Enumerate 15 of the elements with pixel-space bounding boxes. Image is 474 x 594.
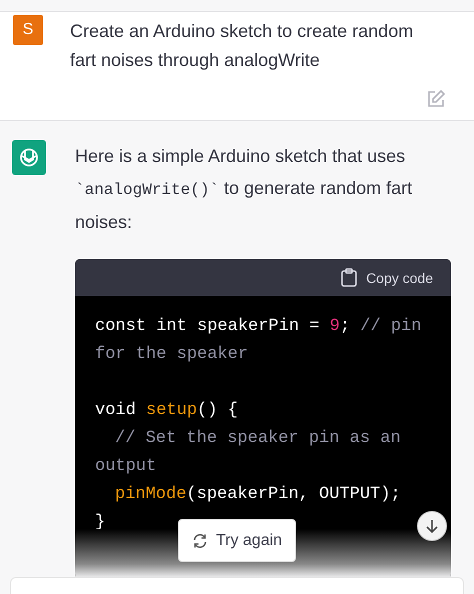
code-line: }	[95, 512, 106, 534]
code-line: const int speakerPin = 9; // pin for the speaker	[95, 316, 422, 366]
edit-icon[interactable]	[426, 89, 446, 109]
refresh-icon	[192, 532, 208, 548]
code-line: // Set the speaker pin as an output	[95, 428, 402, 478]
copy-code-button[interactable]: Copy code	[341, 268, 433, 287]
code-line: void setup() {	[95, 400, 239, 422]
assistant-message: Here is a simple Arduino sketch that uses `analogWrite()` to generate random fart noises:	[75, 145, 414, 234]
clipboard-icon	[341, 268, 358, 287]
code-line: pinMode(speakerPin, OUTPUT);	[114, 484, 402, 506]
user-avatar: S	[13, 15, 43, 45]
user-message: Create an Arduino sketch to create random fart noises through analogWrite	[70, 20, 414, 72]
try-again-button[interactable]: Try again	[178, 519, 296, 562]
logo-icon	[12, 140, 46, 175]
arrow-down-icon	[424, 518, 440, 534]
